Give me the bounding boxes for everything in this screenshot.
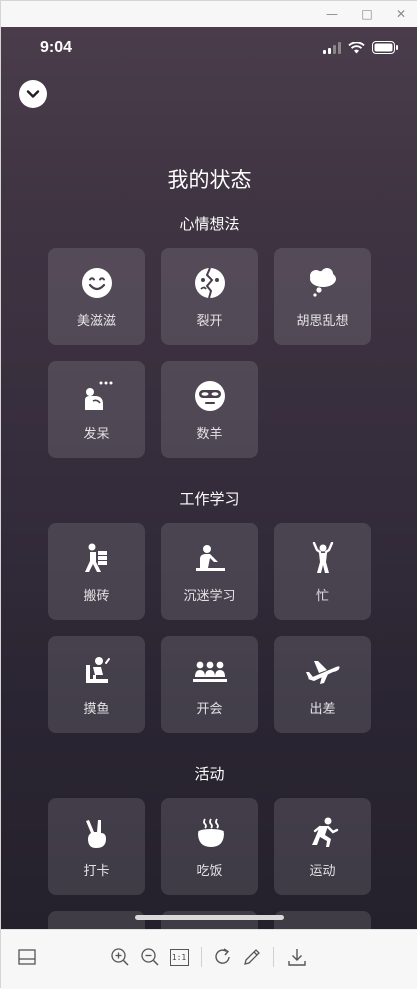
- status-tile-liekai[interactable]: 裂开: [161, 248, 258, 345]
- rotate-button[interactable]: [212, 946, 234, 968]
- chevron-down-icon: [26, 90, 40, 98]
- maximize-button[interactable]: □: [358, 5, 376, 23]
- wifi-icon: [348, 41, 365, 53]
- window-titlebar: — □ ✕: [1, 1, 417, 27]
- cracked-face-icon: [194, 267, 225, 299]
- airplane-icon: [305, 661, 340, 684]
- zoom-out-icon: [141, 948, 159, 966]
- section-title-activity: 活动: [194, 765, 225, 783]
- tile-label: 摸鱼: [83, 702, 110, 717]
- tile-label: 搬砖: [83, 589, 110, 604]
- zoom-out-button[interactable]: [139, 946, 161, 968]
- status-tile-daka[interactable]: 打卡: [48, 798, 145, 895]
- toolbar-divider: [201, 947, 202, 967]
- meeting-icon: [192, 661, 227, 682]
- daze-person-icon: [84, 381, 112, 410]
- rotate-icon: [215, 948, 230, 964]
- tile-label: 数羊: [196, 427, 223, 442]
- tile-label: 开会: [196, 702, 223, 717]
- tile-label: 胡思乱想: [296, 314, 349, 329]
- section-title-work: 工作学习: [179, 490, 240, 508]
- status-tile-yundong[interactable]: 运动: [274, 798, 371, 895]
- status-tile-husiluanxiang[interactable]: 胡思乱想: [274, 248, 371, 345]
- tile-label: 吃饭: [196, 864, 223, 879]
- thought-cloud-icon: [309, 268, 336, 297]
- status-tile-partial[interactable]: [161, 911, 258, 929]
- download-button[interactable]: [286, 946, 308, 968]
- zoom-in-icon: [111, 948, 129, 966]
- actual-size-icon: 1:1: [169, 948, 189, 966]
- status-tile-moyu[interactable]: 摸鱼: [48, 636, 145, 733]
- download-icon: [288, 949, 306, 966]
- study-desk-icon: [195, 545, 225, 571]
- status-tile-mang[interactable]: 忙: [274, 523, 371, 620]
- status-tile-fadai[interactable]: 发呆: [48, 361, 145, 458]
- edit-pen-icon: [244, 949, 260, 965]
- section-title-mood: 心情想法: [179, 215, 240, 233]
- tile-label: 出差: [309, 702, 336, 717]
- page-title: 我的状态: [167, 168, 252, 192]
- status-tile-chenmixuexi[interactable]: 沉迷学习: [161, 523, 258, 620]
- smile-icon: [81, 268, 112, 298]
- peace-hand-icon: [85, 820, 106, 848]
- tile-label: 运动: [309, 864, 336, 879]
- home-indicator[interactable]: [135, 915, 284, 920]
- tile-label: 打卡: [83, 864, 110, 879]
- collapse-button[interactable]: [19, 80, 47, 108]
- rice-bowl-icon: [197, 818, 224, 847]
- status-tile-shuyang[interactable]: 数羊: [161, 361, 258, 458]
- close-button[interactable]: ✕: [392, 5, 410, 23]
- tile-label: 忙: [315, 589, 329, 604]
- battery-icon: [372, 41, 398, 54]
- edit-button[interactable]: [241, 946, 263, 968]
- minimize-button[interactable]: —: [323, 5, 341, 23]
- status-time: 9:04: [40, 39, 73, 56]
- tile-label: 发呆: [83, 427, 110, 442]
- signal-icon: [323, 41, 341, 54]
- viewer-window: — □ ✕ 9:04 我的状态 心情想法 美滋滋 裂开 胡思乱想 发呆 数羊 工…: [0, 0, 417, 989]
- toolbar-divider: [273, 947, 274, 967]
- actual-size-button[interactable]: 1:1: [168, 946, 190, 968]
- busy-person-icon: [312, 542, 333, 573]
- phone-screen: 9:04 我的状态 心情想法 美滋滋 裂开 胡思乱想 发呆 数羊 工作学习 搬砖…: [1, 27, 417, 929]
- panel-toggle-icon: [18, 949, 36, 965]
- status-tile-kaihui[interactable]: 开会: [161, 636, 258, 733]
- status-icons: [323, 41, 398, 54]
- slacking-chair-icon: [85, 657, 110, 683]
- tile-label: 裂开: [196, 314, 223, 329]
- status-tile-chuchai[interactable]: 出差: [274, 636, 371, 733]
- status-tile-banzhuan[interactable]: 搬砖: [48, 523, 145, 620]
- status-tile-chifan[interactable]: 吃饭: [161, 798, 258, 895]
- status-tile-meizizi[interactable]: 美滋滋: [48, 248, 145, 345]
- running-icon: [311, 817, 338, 847]
- sleep-mask-icon: [194, 381, 225, 411]
- carry-bricks-icon: [84, 543, 107, 572]
- status-tile-partial[interactable]: [48, 911, 145, 929]
- zoom-in-button[interactable]: [109, 946, 131, 968]
- tile-label: 沉迷学习: [183, 589, 236, 604]
- tile-label: 美滋滋: [76, 314, 116, 329]
- viewer-toolbar: 1:1: [1, 929, 417, 989]
- status-tile-partial[interactable]: [274, 911, 371, 929]
- panel-toggle-button[interactable]: [16, 946, 38, 968]
